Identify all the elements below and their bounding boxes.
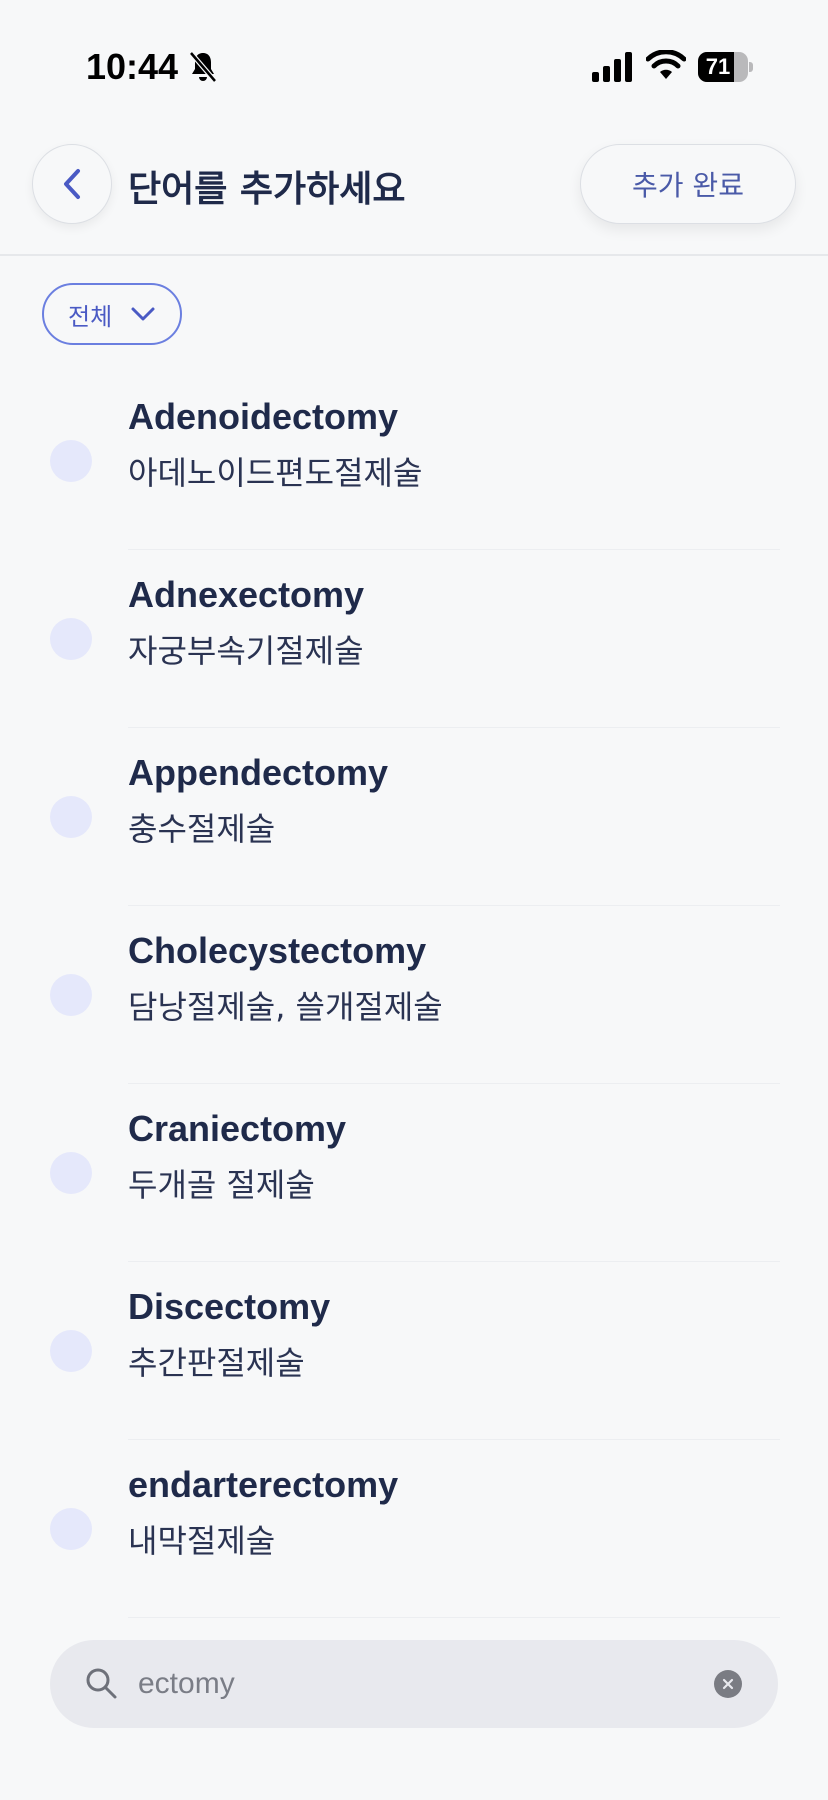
clear-search-button[interactable] [714, 1670, 742, 1698]
word-english: Adenoidectomy [128, 396, 399, 437]
battery-percent: 71 [705, 54, 731, 79]
word-list-item[interactable]: Appendectomy 충수절제술 [0, 728, 828, 906]
signal-icon [592, 52, 632, 82]
status-time: 10:44 [86, 46, 179, 87]
bell-muted-icon [189, 51, 217, 83]
word-list-item[interactable]: Craniectomy 두개골 절제술 [0, 1084, 828, 1262]
word-korean: 내막절제술 [128, 1522, 276, 1560]
select-checkbox[interactable] [50, 440, 92, 482]
filter-label: 전체 [68, 302, 113, 331]
wifi-icon [646, 50, 686, 79]
word-list-item[interactable]: Discectomy 추간판절제술 [0, 1262, 828, 1440]
search-bar [50, 1640, 778, 1728]
back-button[interactable] [32, 144, 112, 224]
divider [128, 1617, 780, 1618]
word-english: Discectomy [128, 1286, 331, 1327]
word-korean: 담낭절제술, 쓸개절제술 [128, 988, 443, 1026]
select-checkbox[interactable] [50, 618, 92, 660]
chevron-left-icon [64, 169, 80, 199]
word-list-item[interactable]: Cholecystectomy 담낭절제술, 쓸개절제술 [0, 906, 828, 1084]
header: 단어를 추가하세요 추가 완료 [0, 130, 828, 256]
select-checkbox[interactable] [50, 1152, 92, 1194]
word-english: Cholecystectomy [128, 930, 427, 971]
word-english: Adnexectomy [128, 574, 365, 615]
search-input[interactable] [138, 1654, 698, 1714]
word-korean: 아데노이드편도절제술 [128, 454, 423, 492]
word-korean: 추간판절제술 [128, 1344, 305, 1382]
status-bar: 10:44 71 [0, 0, 828, 130]
word-english: endarterectomy [128, 1464, 399, 1505]
filter-dropdown[interactable]: 전체 [42, 283, 182, 345]
select-checkbox[interactable] [50, 1330, 92, 1372]
word-list-item[interactable]: Adnexectomy 자궁부속기절제술 [0, 550, 828, 728]
select-checkbox[interactable] [50, 796, 92, 838]
word-korean: 충수절제술 [128, 810, 276, 848]
select-checkbox[interactable] [50, 1508, 92, 1550]
search-icon [86, 1668, 117, 1699]
page-title: 단어를 추가하세요 [128, 169, 406, 210]
close-icon [722, 1678, 734, 1690]
word-korean: 자궁부속기절제술 [128, 632, 364, 670]
word-list-item[interactable]: Adenoidectomy 아데노이드편도절제술 [0, 372, 828, 550]
battery-indicator: 71 [698, 52, 753, 82]
word-list-item[interactable]: endarterectomy 내막절제술 [0, 1440, 828, 1618]
word-korean: 두개골 절제술 [128, 1166, 315, 1204]
word-list: Adenoidectomy 아데노이드편도절제술 Adnexectomy 자궁부속기절… [0, 372, 828, 1618]
word-english: Appendectomy [128, 752, 389, 793]
select-checkbox[interactable] [50, 974, 92, 1016]
done-button[interactable]: 추가 완료 [580, 144, 796, 224]
word-english: Craniectomy [128, 1108, 347, 1149]
chevron-down-icon [131, 307, 155, 321]
